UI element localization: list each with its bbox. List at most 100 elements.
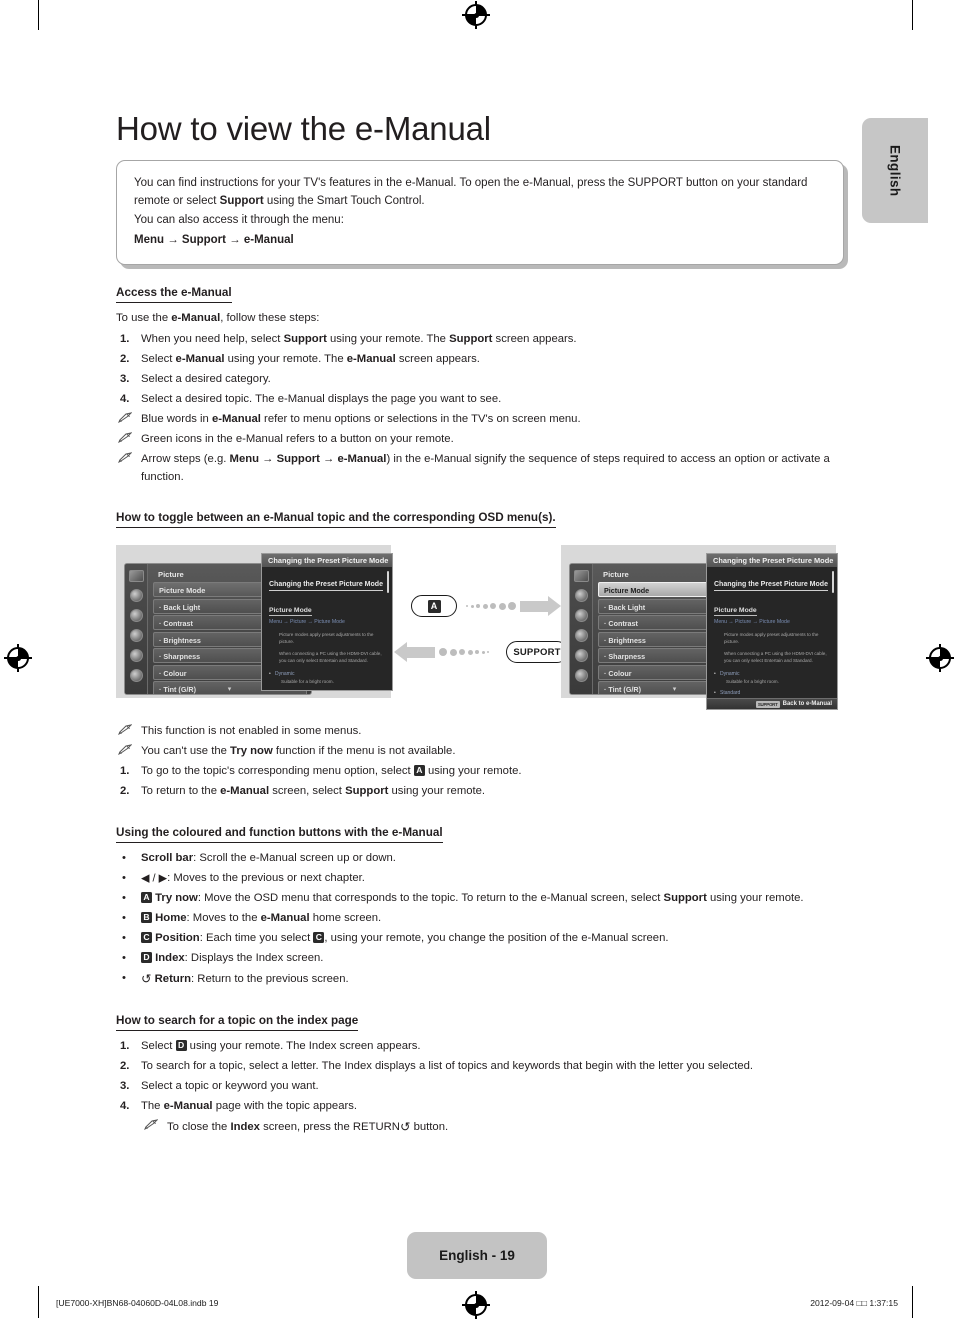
picture-category-icon[interactable] (573, 570, 589, 583)
sound-category-icon[interactable] (574, 589, 588, 603)
list-item: 2. To return to the e-Manual screen, sel… (116, 783, 844, 801)
note-pencil-icon (142, 1118, 167, 1137)
system-category-icon[interactable] (574, 649, 588, 663)
note-pencil-icon (116, 451, 141, 486)
emanual-option-standard: Standard (714, 690, 830, 696)
step-marker: 3. (120, 373, 130, 386)
emanual-note: When connecting a PC using the HDMI-DVI … (279, 651, 382, 663)
note-pencil-icon (116, 431, 141, 449)
emanual-titlebar: Changing the Preset Picture Mode (262, 554, 392, 568)
bullet-icon: • (122, 871, 126, 884)
osd-item-label: · Tint (G/R) (159, 685, 196, 695)
scroll-down-caret-icon[interactable]: ▾ (228, 685, 232, 693)
emanual-scrollbar[interactable] (831, 571, 834, 594)
list-item: Blue words in e-Manual refer to menu opt… (116, 411, 844, 429)
print-timestamp: 2012-09-04 □□ 1:37:15 (810, 1298, 898, 1308)
emanual-panel-right: Changing the Preset Picture Mode Changin… (706, 553, 838, 711)
list-item: 2. To search for a topic, select a lette… (116, 1058, 844, 1076)
note-text: Blue words in e-Manual refer to menu opt… (141, 413, 581, 426)
channel-category-icon[interactable] (129, 609, 143, 623)
system-category-icon[interactable] (129, 649, 143, 663)
crop-mark-top-left (38, 0, 39, 30)
osd-item-label: Picture Mode (604, 586, 650, 596)
list-item: • ◀ / ▶: Moves to the previous or next c… (116, 870, 844, 888)
list-item: 4. The e-Manual page with the topic appe… (116, 1098, 844, 1116)
emanual-subheading: Picture Mode (269, 607, 312, 617)
step-marker: 2. (120, 353, 130, 366)
picture-category-icon[interactable] (128, 570, 144, 583)
note-text: Arrow steps (e.g. Menu → Support → e-Man… (141, 453, 830, 483)
network-category-icon[interactable] (574, 629, 588, 643)
list-item: Green icons in the e-Manual refers to a … (116, 431, 844, 449)
step-text: When you need help, select Support using… (141, 333, 577, 346)
emanual-option-dynamic: Dynamic (269, 671, 385, 677)
return-arrow-icon: ↻ (399, 1120, 411, 1135)
note-pencil-icon (116, 723, 141, 741)
step-text: To return to the e-Manual screen, select… (141, 785, 486, 798)
step-text: Select D using your remote. The Index sc… (141, 1040, 421, 1053)
channel-category-icon[interactable] (574, 609, 588, 623)
a-key-badge: A (427, 599, 441, 613)
note-text: You can't use the Try now function if th… (141, 745, 456, 758)
d-key-badge: D (141, 951, 152, 963)
emanual-scrollbar[interactable] (386, 571, 389, 594)
support-category-icon[interactable] (129, 669, 143, 683)
network-category-icon[interactable] (129, 629, 143, 643)
support-category-icon[interactable] (574, 669, 588, 683)
step-marker: 4. (120, 1100, 130, 1113)
a-key-badge: A (413, 765, 425, 777)
c-key-badge: C (141, 931, 152, 943)
list-item: You can't use the Try now function if th… (116, 743, 844, 761)
support-button[interactable]: SUPPORT (506, 641, 568, 664)
language-tab: English (862, 118, 928, 223)
intro-callout: You can find instructions for your TV's … (116, 159, 848, 270)
emanual-option-dynamic-desc: Suitable for a bright room. (281, 678, 334, 684)
step-marker: 2. (120, 785, 130, 798)
return-arrow-icon: ↻ (141, 971, 152, 986)
emanual-menu-path: Menu → Picture → Picture Mode (269, 619, 345, 626)
back-to-emanual-label[interactable]: Back to e-Manual (783, 701, 832, 707)
crop-mark-top-right (912, 0, 913, 30)
list-item: 1. To go to the topic's corresponding me… (116, 763, 844, 781)
arrow-dots (439, 648, 489, 657)
d-key-badge: D (175, 1040, 187, 1052)
list-item: 1. When you need help, select Support us… (116, 331, 844, 349)
osd-item-label: · Brightness (159, 635, 201, 645)
bullet-icon: • (122, 971, 126, 984)
arrow-shaft (520, 600, 548, 612)
osd-item-label: · Back Light (604, 602, 646, 612)
callout-line-1: You can find instructions for your TV's … (134, 176, 808, 208)
c-key-badge: C (313, 931, 325, 943)
note-text: This function is not enabled in some men… (141, 725, 362, 738)
bullet-text: C Position: Each time you select C, usin… (141, 930, 844, 948)
arrow-dots (466, 602, 516, 611)
bullet-icon: • (122, 851, 126, 864)
diagram-left-screen: Picture Picture Mode · Back Light · Cont… (116, 545, 393, 699)
emanual-paragraph: Picture modes apply preset adjustments t… (724, 632, 819, 645)
registration-mark-bottom (462, 1291, 490, 1319)
step-text: Select a topic or keyword you want. (141, 1080, 319, 1093)
emanual-footer-bar: SUPPORT Back to e-Manual (707, 698, 837, 710)
step-marker: 1. (120, 333, 130, 346)
sound-category-icon[interactable] (129, 589, 143, 603)
bullet-icon: • (122, 931, 126, 944)
osd-item-label: · Colour (159, 668, 187, 678)
registration-mark-right (926, 644, 954, 672)
scroll-down-caret-icon[interactable]: ▾ (673, 685, 677, 693)
crop-mark-bottom-left (38, 1286, 39, 1318)
try-now-a-button[interactable]: A (411, 595, 457, 618)
access-steps: 1. When you need help, select Support us… (116, 331, 844, 486)
list-item: 2. Select e-Manual using your remote. Th… (116, 351, 844, 369)
step-text: Select e-Manual using your remote. The e… (141, 353, 480, 366)
step-marker: 4. (120, 393, 130, 406)
note-pencil-icon (116, 743, 141, 761)
prev-next-chapter-icon: ◀ / ▶ (141, 872, 168, 885)
bullet-text: Scroll bar: Scroll the e-Manual screen u… (141, 851, 396, 864)
toggle-notes-and-steps: This function is not enabled in some men… (116, 723, 844, 801)
arrow-shaft (407, 646, 435, 658)
print-file-name: [UE7000-XH]BN68-04060D-04L08.indb 19 (56, 1298, 219, 1308)
toggle-diagram: Picture Picture Mode · Back Light · Cont… (116, 545, 844, 711)
list-item: • D Index: Displays the Index screen. (116, 950, 844, 968)
arrow-head-left-icon (394, 642, 407, 663)
step-text: To search for a topic, select a letter. … (141, 1060, 754, 1073)
